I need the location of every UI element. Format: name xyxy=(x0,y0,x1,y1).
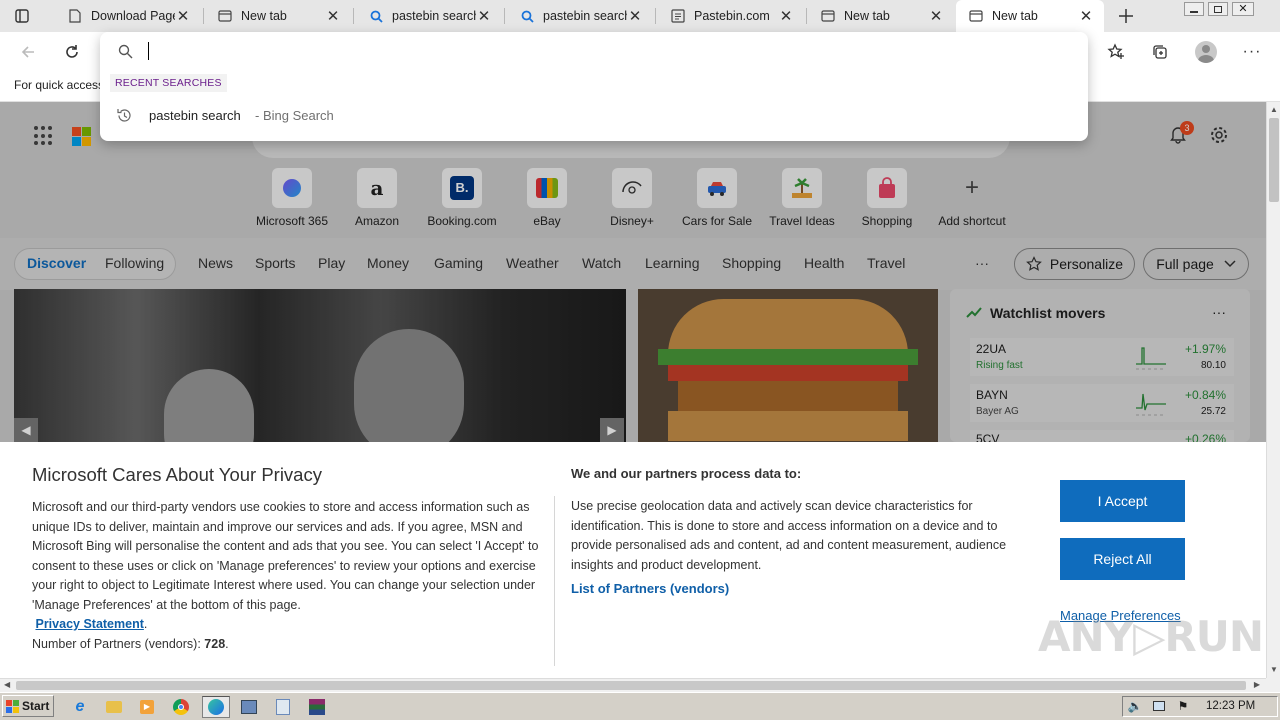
horizontal-scrollbar[interactable]: ◀ ▶ xyxy=(0,678,1266,692)
consent-body-text: Microsoft and our third-party vendors us… xyxy=(32,500,539,612)
new-tab-button[interactable] xyxy=(1114,4,1138,28)
tab-label: Download Page xyxy=(91,9,175,23)
refresh-icon xyxy=(66,45,78,58)
volume-icon[interactable]: 🔈 xyxy=(1126,697,1144,715)
vertical-scrollbar[interactable]: ▲ ▼ xyxy=(1266,102,1280,678)
back-button[interactable] xyxy=(14,38,42,66)
tab-pastebin-search[interactable]: pastebin search ✕ xyxy=(507,0,653,32)
partners-count-label: Number of Partners (vendors): xyxy=(32,636,201,651)
anyrun-watermark-logo: ANY▷RUN xyxy=(1038,612,1264,661)
favorites-bar-text: For quick access xyxy=(14,78,105,92)
consent-divider xyxy=(554,496,555,666)
tab-new-tab[interactable]: New tab ✕ xyxy=(205,0,351,32)
tab-actions-menu[interactable] xyxy=(10,6,34,26)
consent-title: Microsoft Cares About Your Privacy xyxy=(32,464,322,485)
scroll-right-arrow[interactable]: ▶ xyxy=(1254,680,1260,689)
tab-download-page[interactable]: Download Page ✕ xyxy=(55,0,201,32)
notepad-icon[interactable] xyxy=(272,696,294,718)
profile-button[interactable] xyxy=(1192,38,1220,66)
address-input[interactable] xyxy=(146,40,1066,62)
consent-body: Microsoft and our third-party vendors us… xyxy=(32,500,539,651)
scroll-thumb[interactable] xyxy=(1269,118,1279,202)
star-plus-icon xyxy=(1107,43,1124,59)
clock[interactable]: 12:23 PM xyxy=(1206,700,1255,712)
folder-icon[interactable] xyxy=(103,696,125,718)
address-bar-dropdown: RECENT SEARCHES pastebin search - Bing S… xyxy=(100,32,1088,141)
page-dim-overlay xyxy=(0,102,1266,442)
page-icon xyxy=(67,8,83,24)
start-label: Start xyxy=(22,699,50,713)
windows-logo-icon xyxy=(6,699,19,713)
newtab-icon xyxy=(968,8,984,24)
collections-button[interactable] xyxy=(1146,38,1174,66)
tab-pastebin-com[interactable]: Pastebin.com ✕ xyxy=(658,0,804,32)
tab-label: pastebin search xyxy=(392,9,476,23)
tab-label: New tab xyxy=(241,9,287,23)
reject-all-button[interactable]: Reject All xyxy=(1060,538,1185,580)
media-player-icon[interactable]: ▶ xyxy=(136,696,158,718)
close-icon[interactable]: ✕ xyxy=(175,7,191,25)
text-cursor xyxy=(148,42,149,60)
consent-right-title: We and our partners process data to: xyxy=(571,466,802,481)
back-arrow-icon xyxy=(21,46,34,58)
scroll-thumb[interactable] xyxy=(16,681,1246,690)
suggestion-row[interactable]: pastebin search - Bing Search xyxy=(100,102,1088,128)
consent-right-body: Use precise geolocation data and activel… xyxy=(571,499,1007,572)
taskbar xyxy=(0,692,1280,720)
suggestion-query: pastebin search xyxy=(149,108,241,123)
recent-searches-heading: RECENT SEARCHES xyxy=(110,74,227,92)
list-of-partners-link[interactable]: List of Partners (vendors) xyxy=(571,581,729,596)
scroll-left-arrow[interactable]: ◀ xyxy=(4,680,10,689)
plus-icon xyxy=(1119,9,1133,23)
minimize-button[interactable] xyxy=(1184,2,1204,16)
pastebin-icon xyxy=(670,8,686,24)
settings-more-button[interactable]: ··· xyxy=(1238,38,1266,66)
network-app-icon[interactable] xyxy=(238,696,260,718)
flag-icon[interactable]: ⚑ xyxy=(1174,697,1192,715)
window-close-button[interactable]: ✕ xyxy=(1232,2,1254,16)
more-dots-icon: ··· xyxy=(1242,43,1262,60)
start-button[interactable]: Start xyxy=(2,695,54,717)
favorites-button[interactable] xyxy=(1102,38,1130,66)
close-icon[interactable]: ✕ xyxy=(778,7,794,25)
avatar xyxy=(1195,41,1217,63)
tab-new-tab-active[interactable]: New tab ✕ xyxy=(956,0,1104,32)
chrome-icon[interactable] xyxy=(170,696,192,718)
tab-new-tab[interactable]: New tab ✕ xyxy=(808,0,954,32)
search-icon xyxy=(519,8,535,24)
tab-label: New tab xyxy=(844,9,890,23)
collections-icon xyxy=(1153,45,1167,59)
newtab-icon xyxy=(820,8,836,24)
winrar-icon[interactable] xyxy=(306,696,328,718)
ie-icon[interactable]: e xyxy=(69,696,91,718)
close-icon[interactable]: ✕ xyxy=(476,7,492,25)
search-icon xyxy=(118,44,133,59)
partners-count: 728 xyxy=(204,636,226,651)
restore-icon xyxy=(1214,5,1222,13)
newtab-icon xyxy=(217,8,233,24)
accept-button[interactable]: I Accept xyxy=(1060,480,1185,522)
scrollbar-corner xyxy=(1266,678,1280,692)
close-icon: ✕ xyxy=(1238,3,1248,15)
tab-label: New tab xyxy=(992,9,1038,23)
restore-button[interactable] xyxy=(1208,2,1228,16)
tab-pastebin-search[interactable]: pastebin search ✕ xyxy=(356,0,502,32)
suggestion-source: - Bing Search xyxy=(255,108,334,123)
search-icon xyxy=(368,8,384,24)
privacy-statement-link[interactable]: Privacy Statement xyxy=(35,617,143,631)
scroll-down-arrow[interactable]: ▼ xyxy=(1270,665,1278,674)
network-icon[interactable] xyxy=(1150,697,1168,715)
history-icon xyxy=(117,109,131,122)
tab-label: pastebin search xyxy=(543,9,627,23)
refresh-button[interactable] xyxy=(58,38,86,66)
close-icon[interactable]: ✕ xyxy=(627,7,643,25)
tab-actions-icon xyxy=(15,9,29,23)
close-icon[interactable]: ✕ xyxy=(928,7,944,25)
tab-label: Pastebin.com xyxy=(694,9,770,23)
minimize-icon xyxy=(1190,11,1198,13)
close-icon[interactable]: ✕ xyxy=(1078,7,1094,25)
close-icon[interactable]: ✕ xyxy=(325,7,341,25)
scroll-up-arrow[interactable]: ▲ xyxy=(1270,105,1278,114)
edge-icon[interactable] xyxy=(202,696,230,718)
